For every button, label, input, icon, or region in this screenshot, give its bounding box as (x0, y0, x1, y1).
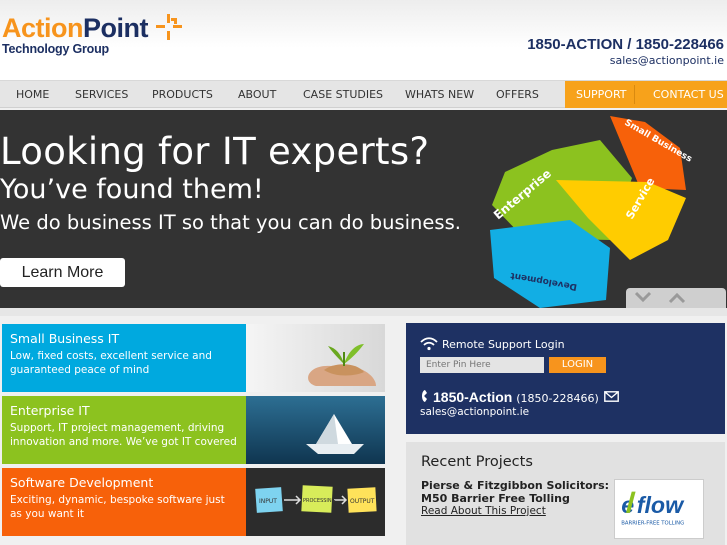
eflow-flow: flow (637, 492, 685, 518)
logo-subtitle: Technology Group (2, 42, 109, 56)
service-panel-small-business[interactable]: Small Business IT Low, fixed costs, exce… (2, 324, 385, 392)
slider-controls (626, 288, 726, 308)
phone-icon (422, 390, 427, 402)
nav-about[interactable]: ABOUT (238, 81, 276, 108)
envelope-icon[interactable] (604, 391, 619, 402)
read-project-link[interactable]: Read About This Project (421, 505, 546, 517)
nav-support[interactable]: SUPPORT (576, 81, 627, 108)
slider-up-arrow-icon[interactable] (668, 292, 686, 304)
service-text-block: Software Development Exciting, dynamic, … (2, 468, 246, 536)
service-text-block: Enterprise IT Support, IT project manage… (2, 396, 246, 464)
slider-down-arrow-icon[interactable] (634, 291, 652, 303)
header-email[interactable]: sales@actionpoint.ie (610, 54, 724, 67)
support-email[interactable]: sales@actionpoint.ie (420, 406, 529, 418)
nav-products[interactable]: PRODUCTS (152, 81, 213, 108)
main-nav: HOME SERVICES PRODUCTS ABOUT CASE STUDIE… (0, 80, 727, 108)
service-description: Support, IT project management, driving … (10, 422, 237, 448)
nav-contact-us[interactable]: CONTACT US (653, 81, 724, 108)
note-output: OUTPUT (350, 498, 375, 505)
hero-headline: Looking for IT experts? (0, 130, 430, 173)
service-text-block: Small Business IT Low, fixed costs, exce… (2, 324, 246, 392)
nav-whats-new[interactable]: WHATS NEW (405, 81, 474, 108)
support-box: Remote Support Login LOGIN 1850-Action (… (406, 323, 725, 434)
service-title: Enterprise IT (10, 403, 90, 418)
plant-in-hands-image (246, 324, 385, 392)
service-description: Low, fixed costs, excellent service and … (10, 350, 212, 376)
eflow-tagline: BARRIER-FREE TOLLING (621, 520, 684, 526)
hero-tagline: We do business IT so that you can do bus… (0, 211, 461, 234)
service-title: Software Development (10, 475, 154, 490)
nav-divider (634, 85, 635, 104)
service-panel-enterprise[interactable]: Enterprise IT Support, IT project manage… (2, 396, 385, 464)
service-panel-software[interactable]: Software Development Exciting, dynamic, … (2, 468, 385, 536)
service-title: Small Business IT (10, 331, 120, 346)
hero-bottom-strip (0, 308, 727, 316)
learn-more-button[interactable]: Learn More (0, 258, 125, 287)
recent-projects-title: Recent Projects (421, 454, 533, 470)
recent-project-name: Pierse & Fitzgibbon Solicitors: M50 Barr… (421, 479, 610, 505)
support-phone: 1850-Action (1850-228466) (433, 389, 599, 405)
eflow-logo: e flow BARRIER-FREE TOLLING (614, 479, 704, 539)
services-pie-graphic: Enterprise Small Business Service Develo… (490, 116, 693, 308)
hero-subhead: You’ve found them! (0, 174, 264, 205)
nav-home[interactable]: HOME (16, 81, 49, 108)
logo[interactable]: ActionPoint Technology Group (2, 13, 149, 56)
nav-offers[interactable]: OFFERS (496, 81, 539, 108)
pin-input[interactable] (420, 357, 544, 373)
header-phone: 1850-ACTION / 1850-228466 (527, 36, 724, 53)
nav-highlight: SUPPORT CONTACT US (565, 81, 727, 108)
crosshair-logo-icon (156, 14, 182, 40)
note-input: INPUT (259, 498, 277, 505)
login-button[interactable]: LOGIN (549, 357, 606, 373)
note-processing: PROCESSING (303, 498, 336, 504)
hero-banner: Looking for IT experts? You’ve found the… (0, 110, 727, 308)
nav-case-studies[interactable]: CASE STUDIES (303, 81, 383, 108)
remote-support-label: Remote Support Login (442, 338, 565, 351)
site-header: ActionPoint Technology Group 1850-ACTION… (0, 0, 727, 80)
logo-wordmark: ActionPoint (2, 13, 149, 43)
sticky-notes-image: INPUT PROCESSING OUTPUT (246, 468, 385, 536)
service-description: Exciting, dynamic, bespoke software just… (10, 494, 225, 520)
recent-projects: Recent Projects Pierse & Fitzgibbon Soli… (406, 442, 725, 545)
nav-services[interactable]: SERVICES (75, 81, 128, 108)
wifi-icon (420, 337, 438, 351)
paper-boat-image (246, 396, 385, 464)
